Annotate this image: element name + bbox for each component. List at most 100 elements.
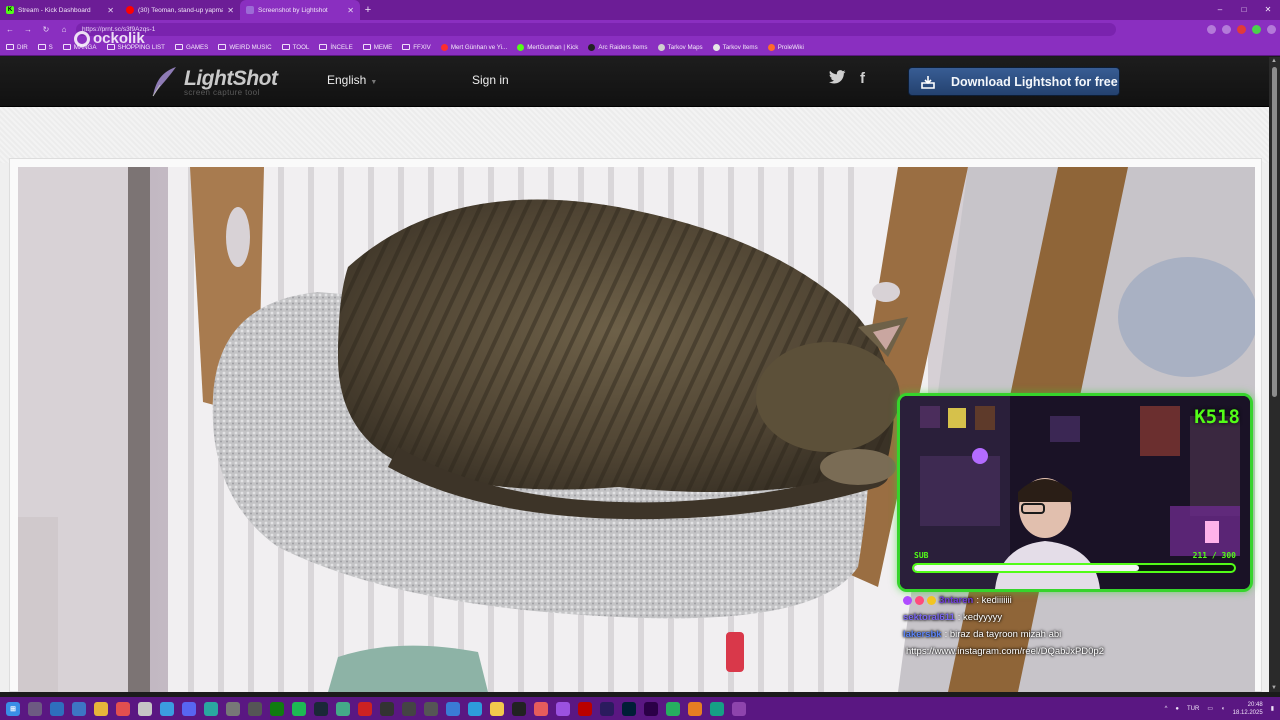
close-window-button[interactable]: ✕	[1256, 0, 1280, 20]
app-icon[interactable]	[424, 701, 438, 716]
folder-icon	[37, 44, 46, 50]
app-icon[interactable]	[116, 701, 130, 716]
widgets-icon[interactable]	[50, 701, 64, 716]
store-icon[interactable]	[72, 701, 86, 716]
bookmark-item[interactable]: MertGunhan | Kick	[517, 43, 578, 51]
bookmark-item[interactable]: İNCELE	[319, 44, 353, 51]
bookmark-item[interactable]: TOOL	[281, 44, 309, 51]
bookmark-item[interactable]: WEIRD MUSIC	[218, 44, 272, 51]
stream-webcam-overlay: K518 SUB 211 / 300	[897, 393, 1253, 592]
discord-icon[interactable]	[182, 701, 196, 716]
notepad-icon[interactable]	[138, 701, 152, 716]
tab-kick-dashboard[interactable]: K Stream - Kick Dashboard ✕	[0, 0, 120, 20]
spotify-icon[interactable]	[292, 701, 306, 716]
sub-goal-count: 211 / 300	[1192, 551, 1236, 560]
app-icon[interactable]	[248, 701, 262, 716]
task-view-icon[interactable]	[28, 701, 42, 716]
scrollbar-thumb[interactable]	[1272, 67, 1277, 397]
app-icon[interactable]	[490, 701, 504, 716]
youtube-icon	[126, 6, 134, 14]
chat-text: : biraz da tayroon mizah abi	[944, 629, 1062, 640]
kick-viewer-counter: K518	[1194, 406, 1240, 428]
home-icon[interactable]: ⌂	[58, 25, 70, 34]
sub-goal-progress-bar	[912, 563, 1236, 573]
bookmark-item[interactable]: Mert Günhan ve Yi...	[440, 43, 507, 51]
site-favicon-icon	[440, 43, 448, 51]
twitter-icon[interactable]	[829, 70, 846, 84]
close-tab-icon[interactable]: ✕	[347, 6, 354, 15]
close-tab-icon[interactable]: ✕	[107, 6, 114, 15]
system-tray: ^ ● TUR ▭ ◖ 20:48 18.12.2025 ▮	[1165, 701, 1274, 717]
bookmark-item[interactable]: ProleWiki	[767, 43, 804, 51]
chat-text: : kedyyyyy	[957, 612, 1003, 623]
app-icon[interactable]	[468, 701, 482, 716]
premiere-icon[interactable]	[644, 701, 658, 716]
app-icon[interactable]	[578, 701, 592, 716]
bookmark-label: Arc Raiders Items	[598, 43, 648, 51]
bookmark-label: Tarkov Maps	[667, 43, 703, 51]
bookmark-item[interactable]: FFXIV	[402, 44, 431, 51]
obs-icon[interactable]	[226, 701, 240, 716]
maximize-button[interactable]: □	[1232, 0, 1256, 20]
app-icon[interactable]	[402, 701, 416, 716]
bookmark-item[interactable]: DIR	[6, 44, 28, 51]
app-icon[interactable]	[534, 701, 548, 716]
screen: K Stream - Kick Dashboard ✕ (30) Teoman,…	[0, 0, 1280, 720]
app-icon[interactable]	[666, 701, 680, 716]
app-icon[interactable]	[512, 701, 526, 716]
scroll-down-icon[interactable]: ▼	[1271, 685, 1277, 691]
bookmark-item[interactable]: Tarkov Items	[712, 43, 758, 51]
lightshot-logo[interactable]: LightShot screen capture tool	[150, 65, 278, 99]
tray-mic-icon[interactable]: ●	[1175, 706, 1179, 712]
page-scrollbar[interactable]: ▲ ▼	[1269, 57, 1280, 692]
app-icon[interactable]	[446, 701, 460, 716]
language-selector[interactable]: English ▼	[327, 73, 377, 87]
sign-in-link[interactable]: Sign in	[472, 73, 509, 87]
edge-icon[interactable]	[204, 701, 218, 716]
extension-icon[interactable]	[1252, 25, 1261, 34]
tray-language[interactable]: TUR	[1187, 706, 1199, 712]
download-lightshot-button[interactable]: Download Lightshot for free	[908, 67, 1120, 96]
forward-icon[interactable]: →	[22, 25, 34, 34]
bookmark-item[interactable]: GAMES	[174, 44, 208, 51]
extension-icon[interactable]	[1237, 25, 1246, 34]
bookmark-item[interactable]: Arc Raiders Items	[588, 43, 648, 51]
tab-youtube[interactable]: (30) Teoman, stand-up yapmaya b... ✕	[120, 0, 240, 20]
start-menu-icon[interactable]: ⊞	[6, 701, 20, 716]
app-icon[interactable]	[688, 701, 702, 716]
file-explorer-icon[interactable]	[94, 701, 108, 716]
reload-icon[interactable]: ↻	[40, 25, 52, 34]
extension-icon[interactable]	[1222, 25, 1231, 34]
steam-icon[interactable]	[314, 701, 328, 716]
system-clock[interactable]: 20:48 18.12.2025	[1233, 701, 1263, 717]
back-icon[interactable]: ←	[4, 25, 16, 34]
app-icon[interactable]	[160, 701, 174, 716]
tab-lightshot[interactable]: Screenshot by Lightshot ✕	[240, 0, 360, 20]
app-icon[interactable]	[336, 701, 350, 716]
app-icon[interactable]	[710, 701, 724, 716]
photoshop-icon[interactable]	[622, 701, 636, 716]
notification-icon[interactable]: ▮	[1271, 705, 1274, 712]
app-icon[interactable]	[732, 701, 746, 716]
minimize-button[interactable]: –	[1208, 0, 1232, 20]
tray-network-icon[interactable]: ▭	[1207, 705, 1213, 712]
bookmark-item[interactable]: Tarkov Maps	[657, 43, 703, 51]
new-tab-button[interactable]: +	[360, 0, 376, 20]
xbox-icon[interactable]	[270, 701, 284, 716]
url-field[interactable]: https://prnt.sc/s3f9Azqs-1	[76, 23, 1116, 36]
bookmark-item[interactable]: S	[37, 44, 53, 51]
tray-volume-icon[interactable]: ◖	[1221, 706, 1225, 712]
app-icon[interactable]	[380, 701, 394, 716]
close-tab-icon[interactable]: ✕	[227, 6, 234, 15]
app-icon[interactable]	[358, 701, 372, 716]
app-icon[interactable]	[600, 701, 614, 716]
app-icon[interactable]	[556, 701, 570, 716]
bookmark-item[interactable]: MEME	[362, 44, 392, 51]
scroll-up-icon[interactable]: ▲	[1271, 58, 1277, 64]
extension-icon[interactable]	[1207, 25, 1216, 34]
clock-date: 18.12.2025	[1232, 709, 1263, 716]
profile-avatar-icon[interactable]	[1267, 25, 1276, 34]
tray-chevron-icon[interactable]: ^	[1165, 706, 1168, 712]
folder-icon	[281, 44, 290, 50]
facebook-icon[interactable]: f	[860, 70, 865, 87]
